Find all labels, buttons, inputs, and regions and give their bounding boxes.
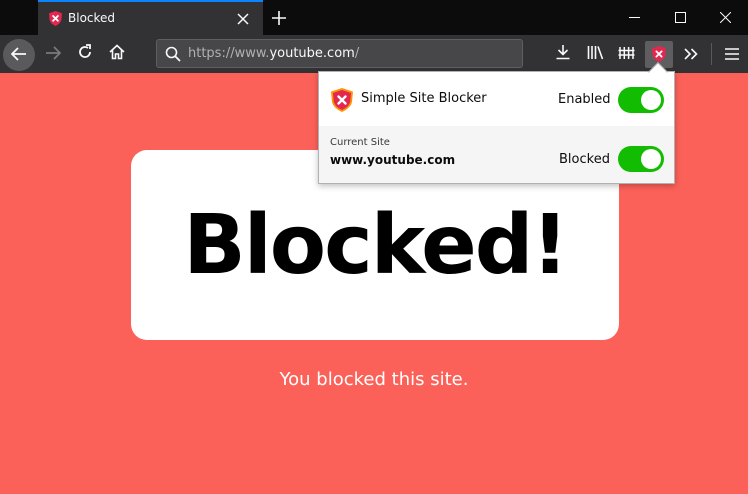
enabled-label: Enabled [558,92,611,107]
menu-icon [725,45,739,64]
fence-extension-button[interactable] [611,39,641,69]
current-site-value: www.youtube.com [330,153,456,167]
menu-button[interactable] [717,39,747,69]
tab-blocked[interactable]: Blocked [38,0,263,35]
current-site-label: Current Site [330,137,390,148]
minimize-icon[interactable] [611,0,657,35]
toggle-knob [641,149,661,169]
close-icon[interactable] [702,0,748,35]
back-icon [10,46,27,65]
tab-title: Blocked [68,11,116,25]
current-site-row: Current Site www.youtube.com Blocked [319,126,674,183]
home-button[interactable] [102,39,132,69]
shield-x-icon [331,88,353,112]
toolbar-separator [711,43,712,65]
downloads-button[interactable] [548,39,578,69]
site-blocker-popup: Simple Site Blocker Enabled Current Site… [318,71,675,184]
forward-button[interactable] [38,39,68,69]
fence-icon [618,45,635,64]
search-icon [165,46,181,62]
shield-x-icon [49,11,62,26]
new-tab-icon[interactable] [272,10,286,25]
download-icon [555,44,571,64]
blocked-toggle[interactable] [618,146,664,172]
enabled-toggle[interactable] [618,87,664,113]
library-button[interactable] [580,39,610,69]
overflow-icon [684,45,698,64]
home-icon [109,44,125,64]
tab-strip: Blocked [0,0,748,35]
overflow-button[interactable] [676,39,706,69]
toggle-knob [641,90,661,110]
reload-icon [77,44,93,64]
blocked-label: Blocked [559,152,610,167]
forward-icon [45,45,62,64]
reload-button[interactable] [70,39,100,69]
extension-name: Simple Site Blocker [361,91,487,106]
maximize-icon[interactable] [657,0,703,35]
popup-header-row: Simple Site Blocker Enabled [319,72,674,126]
blocked-message: You blocked this site. [279,369,469,390]
back-button[interactable] [3,39,35,71]
url-bar[interactable]: https://www.youtube.com/ [156,39,523,68]
url-text: https://www.youtube.com/ [188,46,360,61]
library-icon [587,45,604,64]
tab-close-icon[interactable] [236,11,250,25]
